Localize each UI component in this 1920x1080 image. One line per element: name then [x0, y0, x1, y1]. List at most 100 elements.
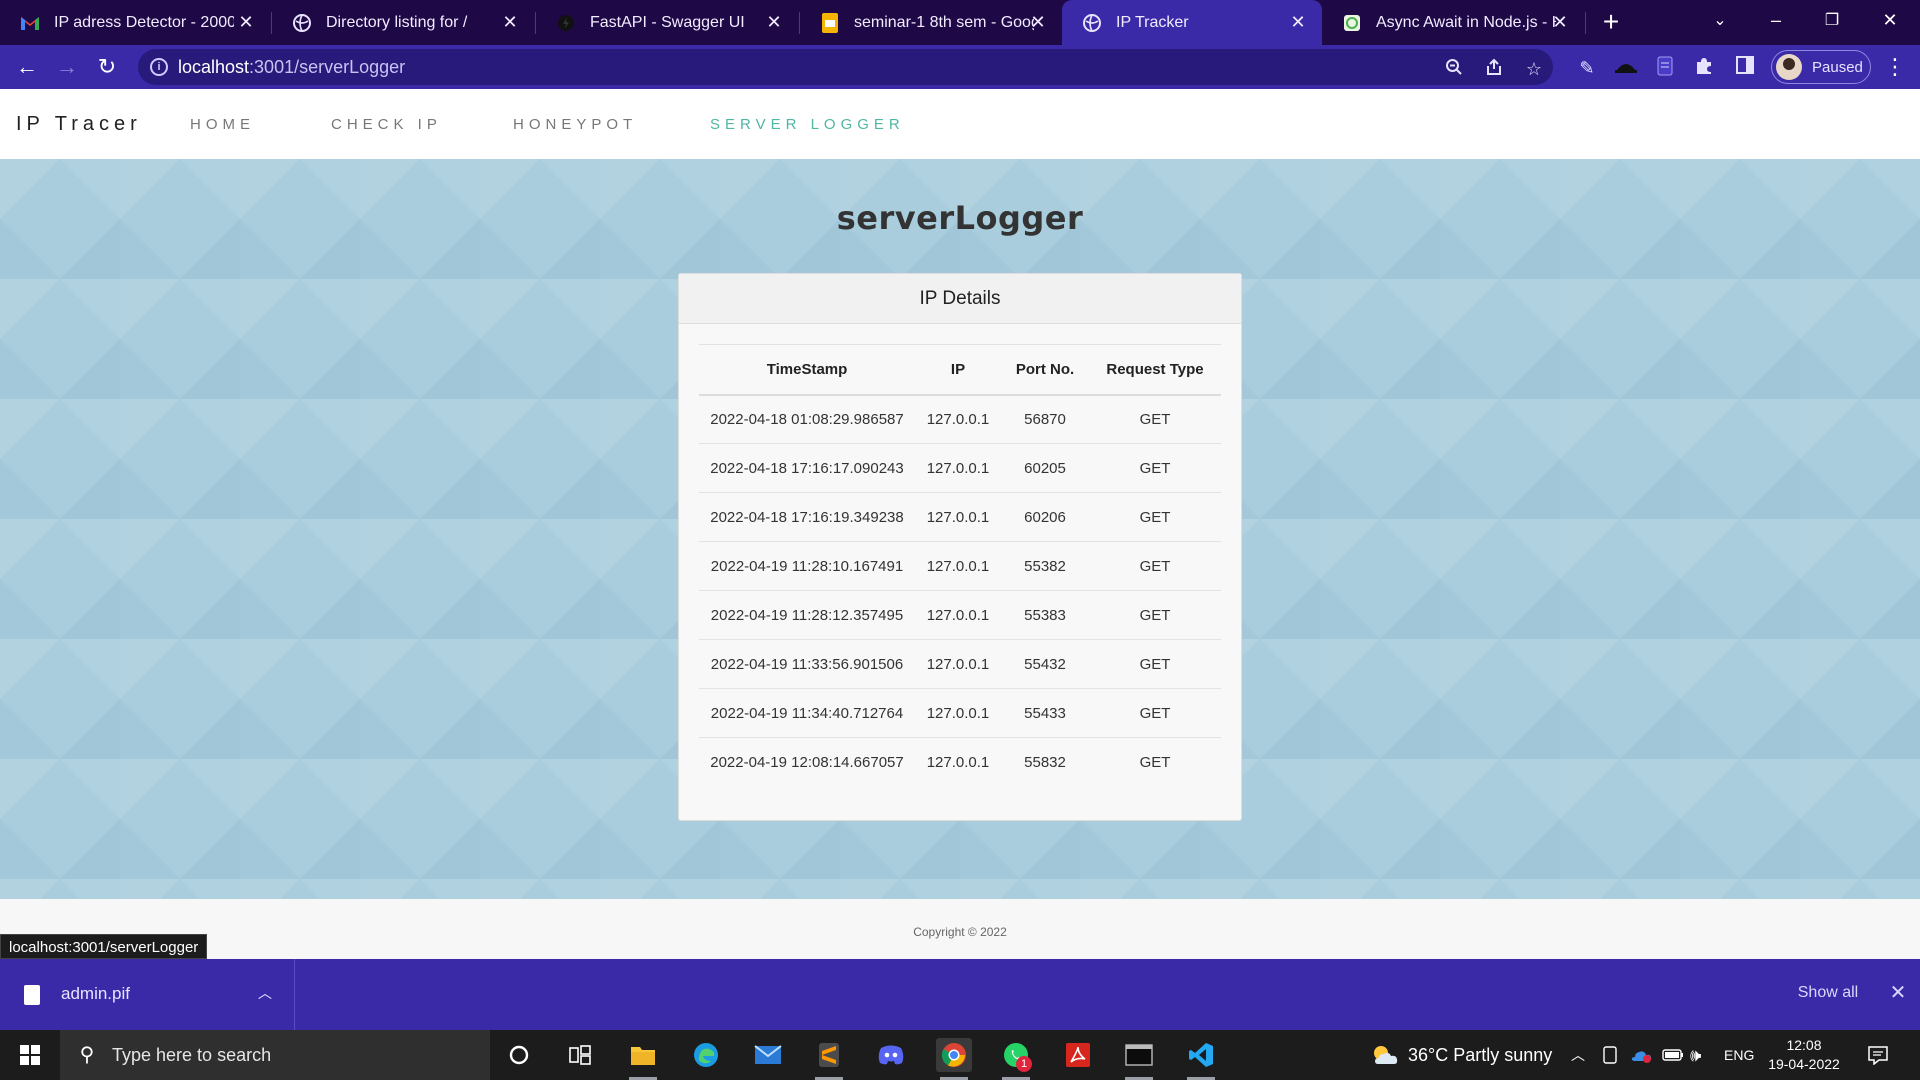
document-extension-icon[interactable]: [1653, 56, 1677, 80]
port-cell: 55433: [1001, 688, 1089, 738]
start-button[interactable]: [0, 1030, 60, 1080]
tab-ip-tracker[interactable]: IP Tracker ✕: [1062, 0, 1322, 45]
onedrive-icon[interactable]: [1630, 1030, 1652, 1080]
tab-fastapi-swagger[interactable]: FastAPI - Swagger UI ✕: [536, 0, 798, 45]
request-type-cell: GET: [1089, 443, 1221, 493]
site-brand[interactable]: IP Tracer: [16, 113, 142, 136]
restore-icon[interactable]: ❐: [1804, 0, 1860, 40]
chevron-up-icon[interactable]: ︿: [1571, 1030, 1585, 1080]
page-title: serverLogger: [836, 199, 1084, 237]
cortana-icon[interactable]: [501, 1038, 537, 1072]
profile-button[interactable]: Paused: [1771, 50, 1871, 84]
copyright-text: Copyright © 2022: [913, 925, 1007, 939]
slides-icon: [820, 12, 840, 33]
close-icon[interactable]: ✕: [236, 12, 256, 32]
timestamp-cell: 2022-04-19 11:33:56.901506: [699, 639, 915, 689]
nav-check-ip[interactable]: CHECK IP: [331, 116, 442, 133]
ip-cell: 127.0.0.1: [915, 443, 1001, 493]
tab-search-chevron-icon[interactable]: ⌄: [1692, 0, 1748, 40]
close-icon[interactable]: ✕: [764, 12, 784, 32]
ip-cell: 127.0.0.1: [926, 753, 990, 771]
vscode-icon[interactable]: [1183, 1038, 1219, 1080]
taskbar-clock[interactable]: 12:08 19-04-2022: [1762, 1036, 1846, 1074]
mail-icon[interactable]: [750, 1038, 786, 1072]
request-type-cell: GET: [1089, 688, 1221, 738]
column-header: Request Type: [1089, 344, 1221, 396]
site-icon: [1342, 13, 1362, 33]
acrobat-icon[interactable]: [1060, 1038, 1096, 1072]
table-body: 2022-04-18 01:08:29.986587 127.0.0.1 56870…: [699, 394, 1221, 787]
close-icon[interactable]: ✕: [1550, 12, 1570, 32]
tab-async-await[interactable]: Async Await in Node.js - Ho ✕: [1322, 0, 1584, 45]
hero-section: serverLogger IP Details TimeStamp IP Por…: [0, 159, 1920, 899]
ip-log-table: TimeStamp IP Port No. Request Type 2022-…: [699, 344, 1221, 787]
address-bar[interactable]: i localhost:3001/serverLogger ☆: [138, 49, 1553, 85]
weather-text: 36°C Partly sunny: [1408, 1044, 1553, 1065]
clock-time: 12:08: [1786, 1037, 1822, 1053]
search-icon: ⚲: [79, 1044, 95, 1066]
link-hover-status: localhost:3001/serverLogger: [0, 934, 208, 959]
notification-center-icon[interactable]: [1868, 1030, 1888, 1080]
puzzle-extensions-icon[interactable]: [1692, 56, 1716, 80]
edge-icon[interactable]: [688, 1038, 724, 1072]
web-page: IP Tracer HOME CHECK IP HONEYPOT SERVER …: [0, 89, 1920, 959]
share-icon[interactable]: [1483, 58, 1505, 80]
nav-server-logger[interactable]: SERVER LOGGER: [710, 116, 905, 133]
request-type-cell: GET: [1089, 541, 1221, 591]
whatsapp-icon[interactable]: 1: [998, 1038, 1034, 1080]
timestamp-cell: 2022-04-18 01:08:29.986587: [699, 394, 915, 444]
new-tab-button[interactable]: +: [1596, 8, 1626, 38]
file-explorer-icon[interactable]: [625, 1038, 661, 1080]
ip-details-card: IP Details TimeStamp IP Port No. Request…: [678, 273, 1242, 821]
forward-icon[interactable]: →: [53, 53, 81, 81]
close-icon[interactable]: ✕: [1028, 12, 1048, 32]
tab-ip-adress-detector[interactable]: IP adress Detector - 2000ra ✕: [0, 0, 270, 45]
taskbar-search[interactable]: ⚲ Type here to search: [60, 1030, 490, 1080]
discord-icon[interactable]: [873, 1038, 909, 1072]
side-panel-icon[interactable]: [1733, 56, 1757, 80]
task-view-icon[interactable]: [562, 1038, 598, 1072]
chevron-up-icon[interactable]: ︿: [258, 983, 272, 1003]
reload-icon[interactable]: ↻: [93, 53, 121, 81]
windows-logo-icon: [20, 1045, 40, 1065]
terminal-icon[interactable]: [1121, 1038, 1157, 1080]
weather-widget[interactable]: 36°C Partly sunny: [1370, 1030, 1552, 1080]
file-icon: [24, 985, 40, 1005]
tab-directory-listing[interactable]: Directory listing for / ✕: [272, 0, 534, 45]
table-header-row: TimeStamp IP Port No. Request Type: [699, 344, 1221, 396]
table-row: 2022-04-19 11:33:56.901506 127.0.0.1 55432…: [699, 639, 1221, 689]
chrome-icon[interactable]: [936, 1038, 972, 1080]
close-download-bar-icon[interactable]: ✕: [1884, 979, 1912, 1007]
card-title: IP Details: [679, 274, 1241, 324]
close-icon[interactable]: ✕: [1288, 12, 1308, 32]
volume-icon[interactable]: 🕪: [1690, 1030, 1701, 1080]
bookmark-star-icon[interactable]: ☆: [1523, 58, 1545, 80]
nav-home[interactable]: HOME: [190, 116, 255, 133]
site-info-icon[interactable]: i: [150, 58, 168, 76]
battery-icon[interactable]: [1662, 1030, 1684, 1080]
language-indicator[interactable]: ENG: [1724, 1030, 1754, 1080]
zoom-icon[interactable]: [1443, 58, 1465, 80]
table-row: 2022-04-18 01:08:29.986587 127.0.0.1 56870…: [699, 394, 1221, 444]
back-icon[interactable]: ←: [13, 53, 41, 81]
tab-title: FastAPI - Swagger UI: [590, 13, 745, 31]
close-icon[interactable]: ✕: [500, 12, 520, 32]
table-row: 2022-04-19 11:28:12.357495 127.0.0.1 55383…: [699, 590, 1221, 640]
tab-seminar[interactable]: seminar-1 8th sem - Google ✕: [800, 0, 1062, 45]
sublime-text-icon[interactable]: [811, 1038, 847, 1080]
tab-title: seminar-1 8th sem - Google: [854, 13, 1034, 31]
url-text[interactable]: localhost:3001/serverLogger: [178, 57, 405, 78]
hat-extension-icon[interactable]: [1614, 56, 1638, 80]
nav-honeypot[interactable]: HONEYPOT: [513, 116, 637, 133]
device-icon[interactable]: [1603, 1030, 1617, 1080]
tab-divider: [1585, 12, 1586, 34]
show-all-button[interactable]: Show all: [1778, 974, 1878, 1012]
window-close-icon[interactable]: ✕: [1862, 0, 1918, 40]
column-header: IP: [915, 344, 1001, 396]
pen-extension-icon[interactable]: ✎: [1575, 56, 1599, 80]
table-row: 2022-04-19 12:08:14.667057 127.0.0.1 55832…: [699, 738, 1221, 787]
minimize-icon[interactable]: –: [1748, 0, 1804, 40]
more-menu-icon[interactable]: ⋮: [1884, 55, 1906, 79]
download-item[interactable]: admin.pif ︿: [0, 959, 295, 1030]
timestamp-cell: 2022-04-19 11:34:40.712764: [699, 688, 915, 738]
